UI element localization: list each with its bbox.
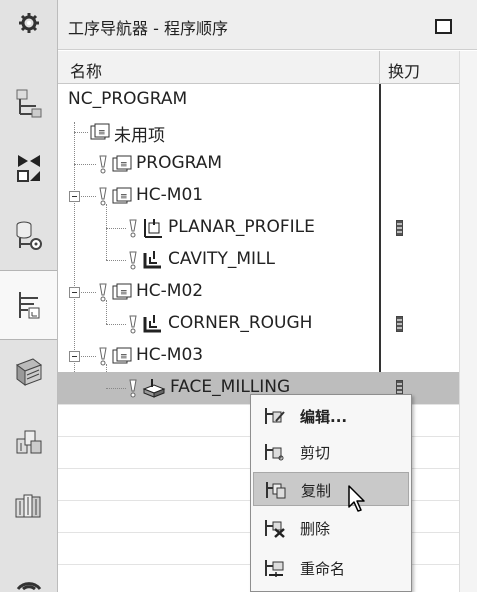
menu-label-copy: 复制 xyxy=(301,482,332,500)
tree-label-group: HC-M01 xyxy=(136,185,204,205)
tree-connector xyxy=(74,164,96,165)
program-group-icon: ≡ xyxy=(112,347,132,364)
menu-item-copy[interactable]: 复制 xyxy=(253,472,409,506)
tree-row-operation[interactable]: CORNER_ROUGH xyxy=(58,308,459,340)
delete-icon xyxy=(265,520,285,538)
program-group-icon: ≡ xyxy=(112,155,132,172)
tree-label-root: NC_PROGRAM xyxy=(68,89,188,109)
tree-row-group-hc-m03[interactable]: ≡ HC-M03 xyxy=(58,340,459,372)
tree-row-unused[interactable]: ≡ 未用项 xyxy=(58,116,459,148)
status-ok-icon xyxy=(129,379,137,398)
program-group-icon: ≡ xyxy=(112,187,132,204)
tree-label-operation: PLANAR_PROFILE xyxy=(168,217,315,237)
tree-row-operation[interactable]: CAVITY_MILL xyxy=(58,244,459,276)
menu-label-cut: 剪切 xyxy=(300,444,331,462)
menu-item-delete[interactable]: 删除 xyxy=(253,511,409,545)
column-name-header[interactable]: 名称 xyxy=(70,58,102,82)
status-ok-icon xyxy=(99,155,107,174)
history-icon[interactable] xyxy=(0,484,57,528)
program-group-icon: ≡ xyxy=(90,123,110,140)
tree-label-operation: CORNER_ROUGH xyxy=(168,313,313,333)
operation-navigator-icon[interactable] xyxy=(0,270,57,340)
tree-row-root[interactable]: NC_PROGRAM xyxy=(58,84,459,116)
tree-connector xyxy=(81,356,96,357)
tree-label-program: PROGRAM xyxy=(136,153,223,173)
program-group-icon: ≡ xyxy=(112,283,132,300)
tree-connector xyxy=(81,196,96,197)
svg-text:≡: ≡ xyxy=(120,192,128,202)
status-ok-icon xyxy=(129,251,137,270)
menu-label-rename: 重命名 xyxy=(300,560,346,578)
status-ok-icon xyxy=(129,219,137,238)
status-ok-icon xyxy=(99,283,107,302)
tree-connector xyxy=(74,132,88,133)
tree-label-group: HC-M02 xyxy=(136,281,204,301)
menu-label-delete: 删除 xyxy=(300,520,331,538)
face-milling-icon xyxy=(142,379,166,398)
tree-connector xyxy=(81,292,96,293)
tree-row-group-hc-m01[interactable]: ≡ HC-M01 xyxy=(58,180,459,212)
collapse-icon[interactable] xyxy=(69,351,80,362)
menu-item-edit[interactable]: 编辑... xyxy=(253,399,409,433)
svg-text:≡: ≡ xyxy=(120,288,128,298)
tree-row-group-hc-m02[interactable]: ≡ HC-M02 xyxy=(58,276,459,308)
collapse-icon[interactable] xyxy=(69,287,80,298)
status-ok-icon xyxy=(129,315,137,334)
constraint-navigator-icon[interactable] xyxy=(0,146,57,190)
machine-tool-navigator-icon[interactable] xyxy=(0,350,57,394)
svg-text:≡: ≡ xyxy=(120,352,128,362)
tree-label-unused: 未用项 xyxy=(114,126,165,146)
rename-icon xyxy=(265,560,284,577)
svg-text:≡: ≡ xyxy=(120,160,128,170)
panel-title: 工序导航器 - 程序顺序 xyxy=(68,19,228,38)
status-ok-icon xyxy=(99,347,107,366)
tree-connector xyxy=(106,228,126,229)
tool-change-icon xyxy=(396,220,403,236)
tree-row-program[interactable]: ≡ PROGRAM xyxy=(58,148,459,180)
tree-connector xyxy=(106,324,126,325)
cavity-mill-icon xyxy=(143,251,161,269)
vertical-scrollbar[interactable] xyxy=(459,51,477,592)
tree-label-group: HC-M03 xyxy=(136,345,204,365)
reuse-library-icon[interactable] xyxy=(0,420,57,464)
menu-item-cut[interactable]: 剪切 xyxy=(253,435,409,469)
settings-icon[interactable] xyxy=(0,6,57,40)
copy-icon xyxy=(266,482,286,499)
context-menu: 编辑... 剪切 复制 删除 重命名 xyxy=(250,394,412,592)
tree-row-operation[interactable]: PLANAR_PROFILE xyxy=(58,212,459,244)
tree-connector xyxy=(106,388,126,389)
tree-connector xyxy=(106,260,126,261)
tree-label-operation: CAVITY_MILL xyxy=(168,249,275,269)
tool-change-icon xyxy=(396,316,403,332)
column-tool-change-header[interactable]: 换刀 xyxy=(388,58,420,82)
menu-label-edit: 编辑... xyxy=(300,408,348,426)
status-ok-icon xyxy=(99,187,107,206)
menu-item-rename[interactable]: 重命名 xyxy=(253,551,409,585)
cut-icon xyxy=(265,444,284,461)
svg-text:≡: ≡ xyxy=(98,128,106,138)
resource-bar xyxy=(0,0,58,592)
collapse-icon[interactable] xyxy=(69,191,80,202)
panel-titlebar: 工序导航器 - 程序顺序 xyxy=(58,0,477,50)
assembly-navigator-icon[interactable] xyxy=(0,82,57,126)
part-navigator-icon[interactable] xyxy=(0,213,57,257)
maximize-icon[interactable] xyxy=(435,19,452,34)
edit-icon xyxy=(265,408,285,424)
planar-profile-icon xyxy=(144,219,162,238)
mouse-cursor-icon xyxy=(348,485,365,512)
column-divider[interactable] xyxy=(379,51,380,84)
web-icon[interactable] xyxy=(0,564,57,592)
corner-rough-icon xyxy=(143,315,161,333)
column-header: 名称 换刀 xyxy=(58,51,459,84)
